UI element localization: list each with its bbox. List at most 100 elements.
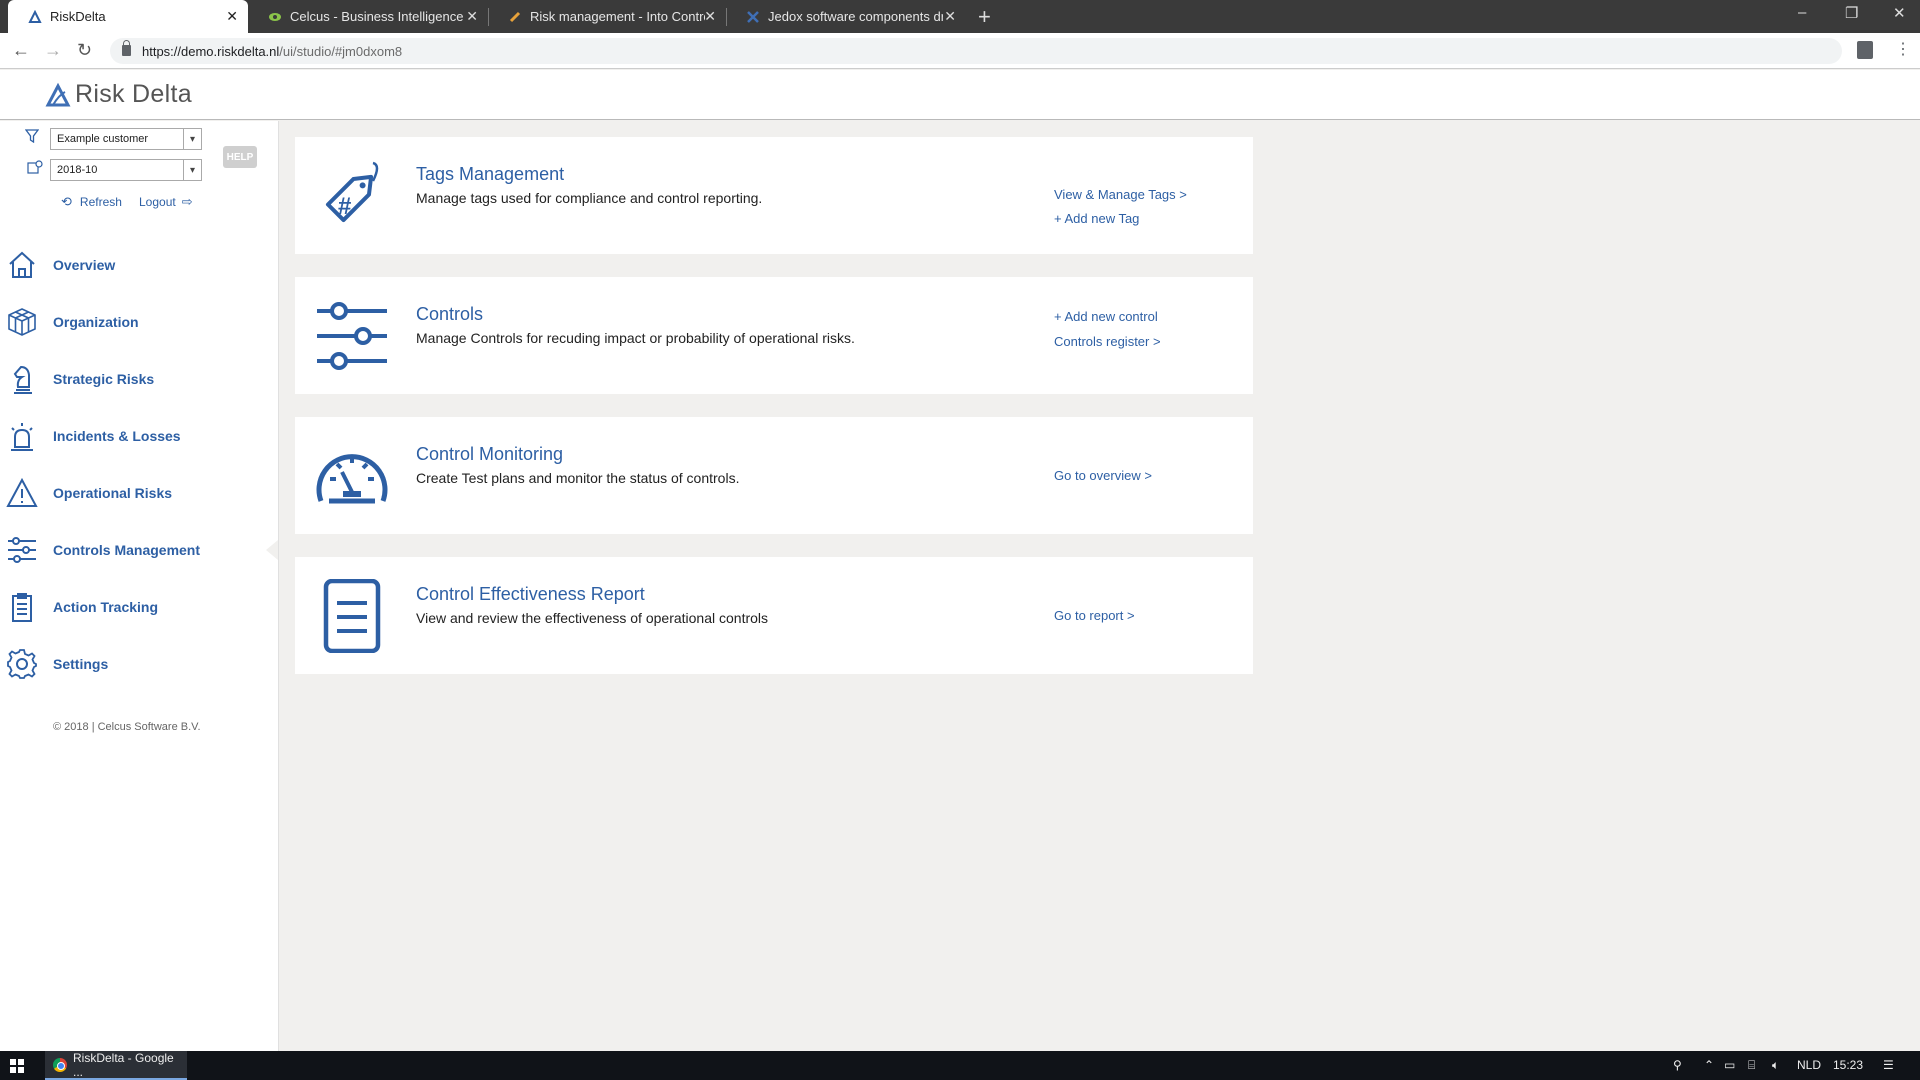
chevron-down-icon: ▾ — [183, 129, 201, 149]
home-icon — [9, 251, 35, 278]
volume-muted-icon[interactable]: 🔈︎ — [1772, 1058, 1779, 1073]
kebab-menu-icon[interactable]: ⋮ — [1895, 39, 1911, 59]
new-tab-button[interactable]: + — [978, 4, 991, 30]
svg-text:#: # — [338, 193, 351, 220]
sidebar-item-controls-management[interactable]: Controls Management — [0, 530, 279, 570]
active-nav-pointer — [266, 540, 278, 560]
sidebar-item-label: Controls Management — [53, 542, 201, 558]
customer-select-value: Example customer — [57, 133, 149, 145]
card-controls: Controls Manage Controls for recuding im… — [295, 277, 1253, 394]
back-arrow-icon[interactable]: ← — [12, 40, 30, 61]
card-title[interactable]: Control Monitoring — [416, 444, 563, 465]
chess-knight-icon — [13, 365, 32, 394]
chrome-icon — [53, 1057, 67, 1072]
go-to-overview-link[interactable]: Go to overview > — [1054, 468, 1152, 483]
card-title[interactable]: Controls — [416, 304, 483, 325]
windows-start-icon[interactable] — [10, 1059, 24, 1073]
card-tags-management: # Tags Management Manage tags used for c… — [295, 137, 1253, 254]
tab-jedox[interactable]: Jedox software components drive ✕ — [726, 0, 966, 33]
add-new-tag-link[interactable]: + Add new Tag — [1054, 211, 1139, 226]
filter-icon — [25, 129, 39, 143]
card-control-monitoring: Control Monitoring Create Test plans and… — [295, 417, 1253, 534]
sidebar-item-label: Operational Risks — [53, 485, 173, 501]
tab-into-control[interactable]: Risk management - Into Control ✕ — [488, 0, 726, 33]
taskbar-chrome-app[interactable]: RiskDelta - Google ... — [45, 1051, 187, 1080]
period-select[interactable]: 2018-10 ▾ — [50, 159, 202, 181]
refresh-icon: ⟲ — [61, 194, 72, 209]
into-control-favicon — [509, 11, 521, 22]
sidebar: Example customer ▾ 2018-10 ▾ HELP ⟲ Refr… — [0, 121, 279, 1051]
celcus-favicon — [269, 12, 281, 21]
sidebar-item-operational-risks[interactable]: Operational Risks — [0, 473, 279, 513]
minimize-window-icon[interactable]: – — [1798, 4, 1806, 21]
clipboard-icon — [12, 593, 32, 622]
sliders-icon — [317, 302, 387, 370]
gear-icon — [7, 649, 37, 679]
view-manage-tags-link[interactable]: View & Manage Tags > — [1054, 187, 1187, 202]
card-description: View and review the effectiveness of ope… — [416, 610, 769, 626]
notifications-icon[interactable]: ☰ — [1883, 1058, 1894, 1072]
taskbar-app-label: RiskDelta - Google ... — [73, 1050, 174, 1079]
speedometer-icon — [316, 454, 388, 504]
forward-arrow-icon[interactable]: → — [44, 40, 62, 61]
add-new-control-link[interactable]: + Add new control — [1054, 309, 1158, 324]
delta-logo-icon — [45, 82, 71, 106]
sidebar-item-label: Overview — [53, 257, 116, 273]
restore-window-icon[interactable]: ❐ — [1845, 4, 1858, 22]
card-title[interactable]: Tags Management — [416, 164, 564, 185]
sidebar-item-label: Action Tracking — [53, 599, 159, 615]
customer-select[interactable]: Example customer ▾ — [50, 128, 202, 150]
sidebar-item-label: Settings — [53, 656, 109, 672]
chevron-down-icon: ▾ — [183, 160, 201, 180]
clock[interactable]: 15:23 — [1833, 1058, 1863, 1072]
sidebar-item-label: Strategic Risks — [53, 371, 155, 387]
close-tab-icon[interactable]: ✕ — [704, 8, 716, 25]
sidebar-item-overview[interactable]: Overview — [0, 245, 279, 285]
card-title[interactable]: Control Effectiveness Report — [416, 584, 645, 605]
sidebar-item-organization[interactable]: Organization — [0, 302, 279, 342]
reload-icon[interactable]: ↻ — [77, 40, 92, 61]
close-tab-icon[interactable]: ✕ — [226, 8, 238, 25]
close-window-icon[interactable]: ✕ — [1893, 4, 1906, 22]
refresh-button[interactable]: ⟲ Refresh — [61, 194, 122, 210]
close-tab-icon[interactable]: ✕ — [466, 8, 478, 25]
tab-title: RiskDelta — [50, 9, 106, 24]
controls-register-link[interactable]: Controls register > — [1054, 334, 1161, 349]
sliders-icon — [8, 537, 36, 563]
card-description: Manage tags used for compliance and cont… — [416, 190, 763, 206]
battery-icon[interactable]: ▭ — [1724, 1058, 1735, 1072]
url-input[interactable]: https://demo.riskdelta.nl/ui/studio/#jm0… — [110, 38, 1842, 64]
profile-icon[interactable] — [1857, 41, 1873, 59]
network-icon[interactable]: ⌸ — [1748, 1058, 1755, 1073]
tab-title: Risk management - Into Control — [530, 9, 705, 24]
logout-button[interactable]: Logout ⇨ — [139, 194, 193, 210]
chevron-up-icon[interactable]: ⌃ — [1704, 1058, 1714, 1072]
sidebar-item-strategic-risks[interactable]: Strategic Risks — [0, 359, 279, 399]
warning-icon — [6, 477, 38, 507]
tab-celcus[interactable]: Celcus - Business Intelligence en ✕ — [248, 0, 488, 33]
jedox-favicon — [747, 10, 759, 23]
close-tab-icon[interactable]: ✕ — [944, 8, 956, 25]
tab-title: Jedox software components drive — [768, 9, 943, 24]
tab-riskdelta[interactable]: RiskDelta ✕ — [8, 0, 248, 33]
go-to-report-link[interactable]: Go to report > — [1054, 608, 1135, 623]
logo-text: Risk Delta — [75, 80, 192, 108]
people-icon[interactable]: ⚲ — [1673, 1058, 1682, 1072]
period-select-value: 2018-10 — [57, 164, 98, 176]
windows-taskbar: RiskDelta - Google ... ⚲ ⌃ ▭ ⌸ 🔈︎ NLD 15… — [0, 1051, 1920, 1080]
refresh-label: Refresh — [79, 195, 122, 209]
url-host: https://demo.riskdelta.nl — [142, 43, 280, 59]
help-button[interactable]: HELP — [223, 146, 257, 168]
calendar-icon — [27, 160, 43, 174]
document-icon — [323, 579, 381, 653]
logout-icon: ⇨ — [181, 194, 193, 209]
language-indicator[interactable]: NLD — [1797, 1058, 1821, 1072]
sidebar-item-settings[interactable]: Settings — [0, 644, 279, 684]
browser-tab-bar: RiskDelta ✕ Celcus - Business Intelligen… — [0, 0, 1920, 33]
sidebar-item-incidents-losses[interactable]: Incidents & Losses — [0, 416, 279, 456]
riskdelta-logo[interactable]: Risk Delta — [45, 80, 192, 109]
tab-title: Celcus - Business Intelligence en — [290, 9, 465, 24]
sidebar-item-action-tracking[interactable]: Action Tracking — [0, 587, 279, 627]
browser-address-bar: ← → ↻ https://demo.riskdelta.nl/ui/studi… — [0, 33, 1920, 69]
logout-label: Logout — [139, 195, 176, 209]
